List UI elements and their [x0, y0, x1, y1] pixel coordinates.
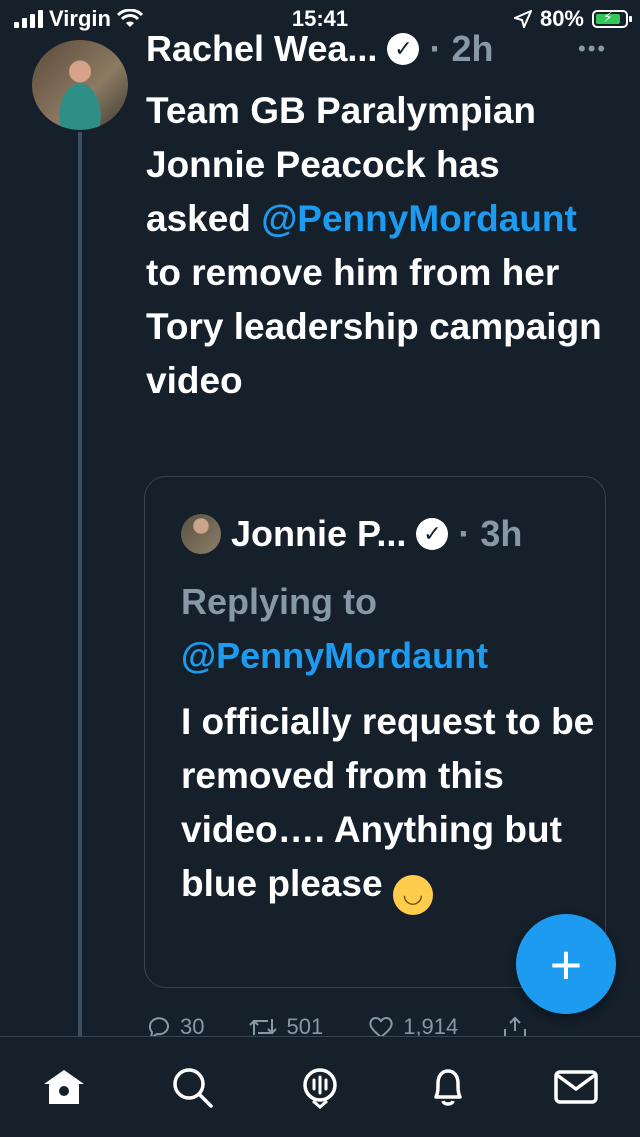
tweet-mention-link[interactable]: @PennyMordaunt [261, 198, 577, 239]
quote-header: Jonnie P... ✓ · 3h [181, 513, 522, 555]
spaces-icon [303, 1068, 337, 1109]
tweet-dot: · [429, 28, 442, 69]
battery-icon: ⚡ [592, 9, 632, 28]
bell-icon [434, 1069, 462, 1106]
more-options-icon[interactable]: ••• [578, 36, 607, 62]
tab-spaces[interactable] [290, 1057, 350, 1117]
thread-line [78, 132, 82, 1036]
author-avatar[interactable] [32, 40, 128, 130]
search-icon [173, 1068, 213, 1108]
author-name[interactable]: Rachel Wea... [146, 28, 377, 70]
location-arrow-icon [513, 10, 532, 28]
compose-tweet-button[interactable]: + [516, 914, 616, 1014]
tweet-header: Rachel Wea... ✓ · 2h [146, 28, 493, 70]
quote-avatar [181, 514, 221, 554]
quote-text: I officially request to be removed from … [181, 695, 601, 915]
tab-home[interactable] [34, 1057, 94, 1117]
quote-verified-badge-icon: ✓ [416, 518, 449, 550]
plus-icon: + [549, 932, 583, 996]
tweet-text-part2: to remove him from her Tory leadership c… [146, 252, 602, 401]
smiling-face-icon: ◡ [392, 875, 433, 915]
quote-dot: · [458, 513, 471, 554]
tab-messages[interactable] [546, 1057, 606, 1117]
battery-percent: 80% [539, 6, 584, 31]
bottom-tab-bar [0, 1036, 640, 1137]
replying-label: Replying to [181, 581, 377, 622]
replying-mention-link[interactable]: @PennyMordaunt [181, 629, 488, 683]
quote-replying-to: Replying to @PennyMordaunt [181, 575, 488, 683]
tab-search[interactable] [162, 1057, 222, 1117]
home-icon [44, 1070, 84, 1104]
quoted-tweet[interactable]: Jonnie P... ✓ · 3h Replying to @PennyMor… [144, 476, 606, 988]
quote-text-body: I officially request to be removed from … [181, 701, 595, 904]
tweet-time: 2h [451, 28, 494, 69]
quote-author-name: Jonnie P... [231, 513, 407, 554]
status-right: 80% ⚡ [513, 6, 632, 32]
verified-badge-icon: ✓ [387, 33, 420, 65]
mail-icon [554, 1070, 598, 1104]
tweet-text: Team GB Paralympian Jonnie Peacock has a… [146, 84, 606, 408]
quote-time: 3h [480, 513, 523, 554]
tab-notifications[interactable] [418, 1057, 478, 1117]
